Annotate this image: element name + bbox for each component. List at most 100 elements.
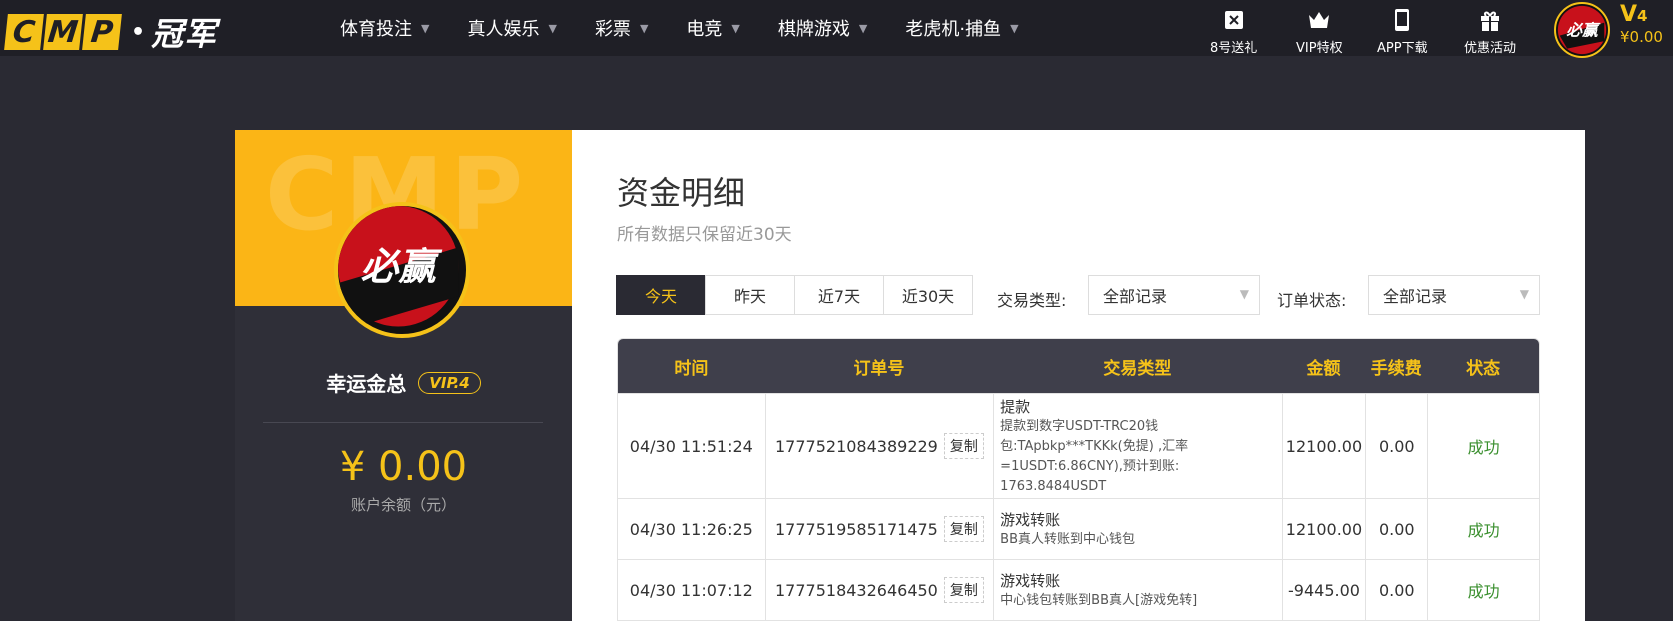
logo-letter: M (43, 14, 83, 50)
cell-time: 04/30 11:51:24 (629, 436, 753, 456)
chevron-down-icon: ▼ (639, 21, 649, 35)
column-header: 订单号 (853, 358, 905, 379)
vip-level: V4 (1620, 2, 1647, 27)
quick-link-label: VIP特权 (1296, 41, 1343, 56)
quick-link-label: 8号送礼 (1210, 41, 1258, 56)
user-avatar[interactable]: 必赢 (1554, 2, 1610, 58)
profile-avatar[interactable]: 必赢 (334, 202, 470, 338)
status-badge: 成功 (1427, 394, 1539, 498)
logo-letter: P (82, 14, 122, 50)
ticket-icon (1224, 11, 1243, 29)
table-header: 时间 订单号 交易类型 金额 手续费 状态 (618, 339, 1539, 393)
status-badge: 成功 (1427, 560, 1539, 620)
order-number: 1777521084389229 (774, 436, 938, 456)
phone-icon (1395, 9, 1410, 31)
nav-lottery[interactable]: 彩票 ▼ (595, 15, 648, 41)
nav-esports[interactable]: 电竞 ▼ (686, 15, 739, 41)
logo-text: 冠军 (151, 15, 218, 53)
site-logo[interactable]: C M P • 冠军 (4, 9, 218, 55)
copy-button[interactable]: 复制 (943, 516, 984, 542)
chevron-down-icon: ▼ (421, 21, 430, 35)
nav-label: 棋牌游戏 (777, 19, 850, 40)
cell-fee: 0.00 (1365, 499, 1427, 559)
column-header: 交易类型 (1103, 358, 1172, 379)
status-badge: 成功 (1427, 499, 1539, 559)
cell-order: 1777521084389229 复制 (764, 394, 994, 498)
nav-label: 电竞 (686, 19, 723, 40)
copy-button[interactable]: 复制 (943, 577, 984, 603)
chevron-down-icon: ▼ (1239, 287, 1249, 301)
order-number: 1777518432646450 (774, 580, 938, 600)
avatar-logo-icon: 必赢 (1557, 5, 1607, 55)
type-title: 游戏转账 (1000, 571, 1061, 590)
cell-order: 1777519585171475 复制 (764, 499, 994, 559)
type-desc: =1USDT:6.86CNY),预计到账: (1000, 458, 1180, 474)
cell-amount: 12100.00 (1281, 499, 1366, 559)
type-desc: 提款到数字USDT-TRC20钱 (1000, 418, 1159, 434)
fund-details-panel: 资金明细 所有数据只保留近30天 今天 昨天 近7天 近30天 交易类型: 全部… (572, 130, 1585, 621)
quick-link-vip[interactable]: VIP特权 (1296, 8, 1343, 56)
nav-card-games[interactable]: 棋牌游戏 ▼ (778, 15, 867, 41)
cell-fee: 0.00 (1365, 394, 1427, 498)
tab-yesterday[interactable]: 昨天 (705, 275, 795, 315)
cell-type: 游戏转账 中心钱包转账到BB真人[游戏免转] (993, 560, 1281, 620)
header-balance: ¥0.00 (1620, 28, 1663, 46)
transaction-type-label: 交易类型: (997, 291, 1067, 310)
vip-prefix: V (1620, 2, 1638, 27)
gift-icon (1481, 11, 1499, 31)
copy-button[interactable]: 复制 (943, 433, 984, 459)
nav-live-casino[interactable]: 真人娱乐 ▼ (467, 15, 556, 41)
user-panel: CMP 必赢 幸运金总 VIP.4 ¥ 0.00 账户余额（元） (235, 130, 572, 621)
logo-letter: C (4, 14, 44, 50)
column-header: 时间 (674, 358, 709, 379)
chevron-down-icon: ▼ (1519, 287, 1529, 301)
cell-time: 04/30 11:26:25 (629, 519, 753, 539)
select-value: 全部记录 (1383, 287, 1448, 306)
table-row: 04/30 11:51:24 1777521084389229 复制 提款 提款… (618, 393, 1539, 498)
order-status-select[interactable]: 全部记录 ▼ (1368, 275, 1540, 315)
table-row: 04/30 11:07:12 1777518432646450 复制 游戏转账 … (618, 559, 1539, 620)
table-row: 04/30 11:26:25 1777519585171475 复制 游戏转账 … (618, 498, 1539, 559)
transactions-table: 时间 订单号 交易类型 金额 手续费 状态 04/30 11:51:24 177… (617, 338, 1540, 621)
column-header: 手续费 (1370, 358, 1422, 379)
column-header: 状态 (1466, 358, 1501, 379)
cell-time: 04/30 11:07:12 (629, 580, 753, 600)
type-title: 提款 (1000, 397, 1031, 416)
quick-link-promotions[interactable]: 优惠活动 (1464, 8, 1516, 56)
type-desc: BB真人转账到中心钱包 (1000, 531, 1136, 547)
type-title: 游戏转账 (1000, 510, 1061, 529)
cell-type: 游戏转账 BB真人转账到中心钱包 (993, 499, 1281, 559)
date-range-tabs: 今天 昨天 近7天 近30天 (616, 275, 973, 315)
tab-last-30-days[interactable]: 近30天 (883, 275, 973, 315)
page-title: 资金明细 (617, 174, 746, 212)
nav-slots-fishing[interactable]: 老虎机·捕鱼 ▼ (905, 15, 1018, 41)
cell-amount: 12100.00 (1281, 394, 1366, 498)
vip-level-number: 4 (1637, 7, 1648, 25)
quick-link-label: APP下载 (1377, 41, 1428, 56)
nav-label: 真人娱乐 (467, 19, 540, 40)
quick-link-app[interactable]: APP下载 (1377, 8, 1428, 56)
avatar-logo-text: 必赢 (361, 244, 444, 288)
tab-last-7-days[interactable]: 近7天 (794, 275, 884, 315)
type-desc: 中心钱包转账到BB真人[游戏免转] (1000, 592, 1198, 608)
nav-sports[interactable]: 体育投注 ▼ (340, 15, 429, 41)
chevron-down-icon: ▼ (1010, 21, 1019, 35)
type-desc: 包:TApbkp***TKKk(免提) ,汇率 (1000, 438, 1189, 454)
transaction-type-select[interactable]: 全部记录 ▼ (1088, 275, 1260, 315)
logo-dot: • (131, 19, 146, 45)
account-balance-label: 账户余额（元） (350, 496, 456, 514)
quick-link-label: 优惠活动 (1464, 41, 1517, 56)
account-balance: ¥ 0.00 (339, 444, 468, 490)
order-number: 1777519585171475 (774, 519, 938, 539)
divider (263, 422, 543, 423)
avatar-logo-text: 必赢 (1566, 21, 1601, 40)
cell-type: 提款 提款到数字USDT-TRC20钱 包:TApbkp***TKKk(免提) … (993, 394, 1281, 498)
quick-link-gift-8[interactable]: 8号送礼 (1210, 8, 1257, 56)
tab-today[interactable]: 今天 (616, 275, 706, 315)
page-subtitle: 所有数据只保留近30天 (617, 225, 792, 245)
vip-badge: VIP.4 (418, 371, 481, 394)
avatar-logo-icon: 必赢 (338, 206, 459, 327)
chevron-down-icon: ▼ (858, 21, 868, 35)
chevron-down-icon: ▼ (548, 21, 557, 35)
nav-label: 老虎机·捕鱼 (905, 19, 1002, 40)
